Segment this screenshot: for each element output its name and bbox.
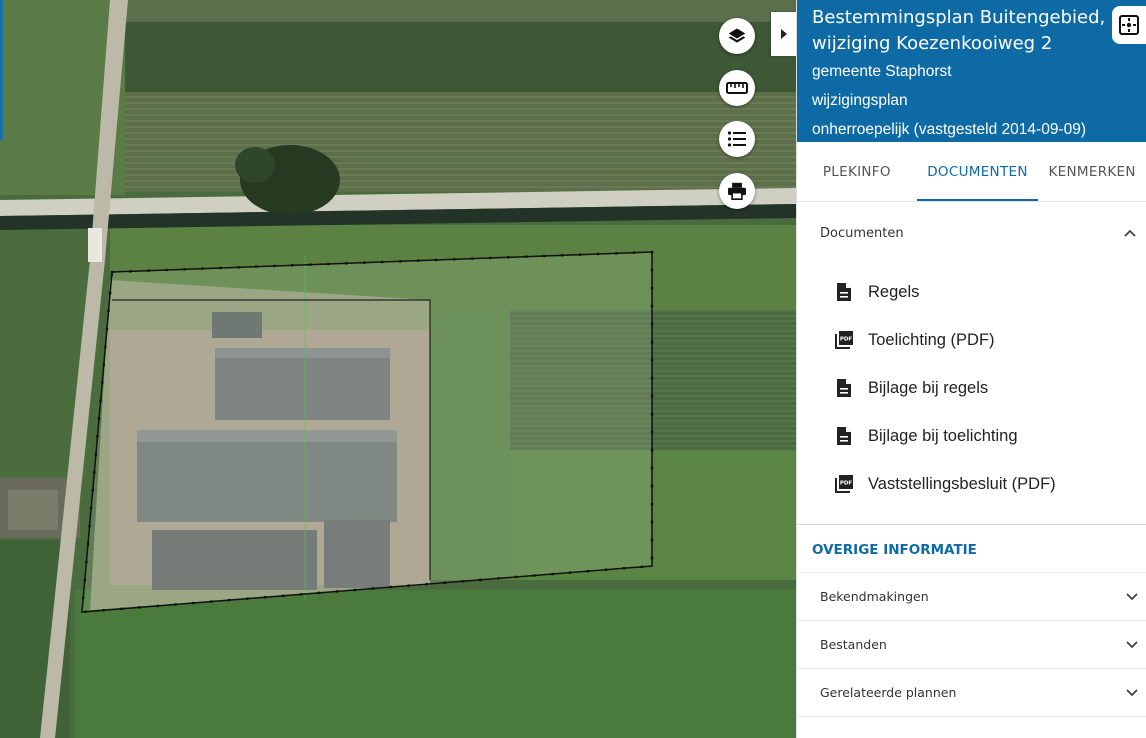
layers-button[interactable] [719,18,755,54]
tab-documenten[interactable]: DOCUMENTEN [916,142,1039,201]
document-label: Regels [868,282,920,301]
chevron-down-icon [1126,592,1138,600]
document-link-toelichting[interactable]: PDF Toelichting (PDF) [834,316,1146,364]
plan-status: onherroepelijk (vastgesteld 2014-09-09) [812,121,1086,138]
aerial-photo [0,0,796,738]
info-panel: Bestemmingsplan Buitengebied, wijziging … [796,0,1146,738]
accordion-label: Gerelateerde plannen [820,685,957,700]
document-link-bijlage-toelichting[interactable]: Bijlage bij toelichting [834,412,1146,460]
panel-tabs: PLEKINFO DOCUMENTEN KENMERKEN [797,142,1146,202]
plan-municipality: gemeente Staphorst [812,63,952,80]
plan-title: Bestemmingsplan Buitengebied, wijziging … [812,7,1106,54]
document-label: Toelichting (PDF) [868,330,995,349]
document-icon [834,425,854,447]
ruler-icon [726,82,748,94]
document-label: Bijlage bij regels [868,378,989,397]
document-icon [834,377,854,399]
document-label: Bijlage bij toelichting [868,426,1018,445]
collapse-panel-button[interactable] [771,12,796,56]
document-link-vaststellingsbesluit[interactable]: PDF Vaststellingsbesluit (PDF) [834,460,1146,508]
documents-heading: Documenten [820,225,904,241]
accordion-label: Bekendmakingen [820,589,929,604]
plan-type: wijzigingsplan [812,92,908,109]
layers-icon [728,28,746,43]
pdf-icon: PDF [834,329,854,351]
accordion-bekendmakingen[interactable]: Bekendmakingen [797,573,1146,621]
document-label: Vaststellingsbesluit (PDF) [868,474,1056,493]
other-info-heading: OVERIGE INFORMATIE [797,525,1146,573]
list-icon [727,131,746,147]
chevron-up-icon [1124,229,1136,237]
chevron-down-icon [1126,688,1138,696]
zoom-to-plan-button[interactable] [1112,6,1146,44]
pdf-icon: PDF [834,473,854,495]
tab-kenmerken[interactable]: KENMERKEN [1038,142,1146,201]
accordion-label: Bestanden [820,637,887,652]
document-list: Regels PDF Toelichting (PDF) Bijlage bij… [797,264,1146,525]
accordion-bestanden[interactable]: Bestanden [797,621,1146,669]
documents-section-toggle[interactable]: Documenten [797,202,1146,264]
plan-header: Bestemmingsplan Buitengebied, wijziging … [797,0,1146,142]
measure-button[interactable] [719,70,755,106]
map-view[interactable] [0,0,796,738]
printer-icon [728,182,746,200]
print-button[interactable] [719,173,755,209]
document-link-regels[interactable]: Regels [834,268,1146,316]
tab-plekinfo[interactable]: PLEKINFO [797,142,917,201]
legend-button[interactable] [719,121,755,157]
document-link-bijlage-regels[interactable]: Bijlage bij regels [834,364,1146,412]
chevron-down-icon [1126,640,1138,648]
chevron-right-icon [780,29,787,39]
svg-text:PDF: PDF [840,337,853,343]
svg-text:PDF: PDF [840,481,853,487]
accordion-gerelateerde-plannen[interactable]: Gerelateerde plannen [797,669,1146,717]
map-edge [0,0,3,140]
zoom-extent-icon [1119,15,1139,35]
document-icon [834,281,854,303]
